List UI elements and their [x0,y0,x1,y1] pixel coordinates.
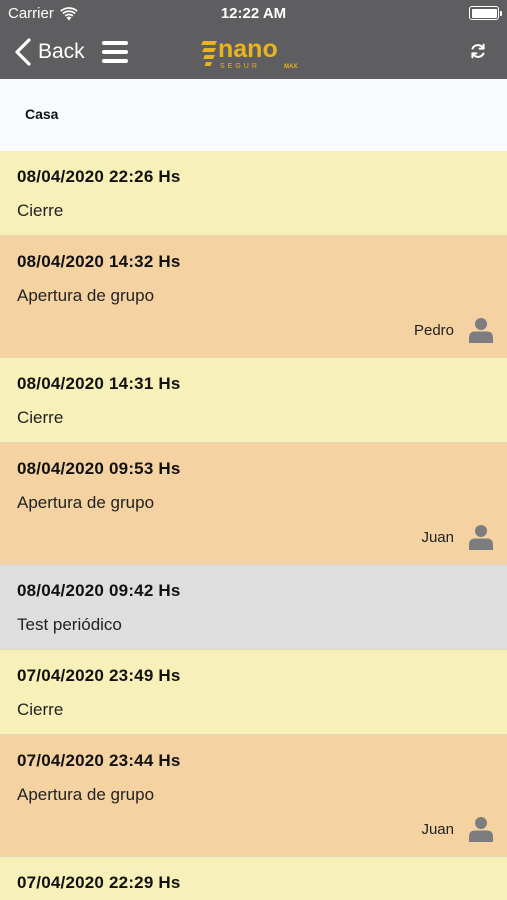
event-row[interactable]: 07/04/2020 23:49 Hs Cierre [0,650,507,735]
event-description: Apertura de grupo [17,493,155,512]
event-row[interactable]: 07/04/2020 23:44 Hs Apertura de grupo Ju… [0,735,507,857]
event-timestamp: 08/04/2020 09:53 Hs [17,459,181,478]
user-icon [469,525,493,550]
event-timestamp: 08/04/2020 09:42 Hs [17,581,181,600]
event-row[interactable]: 08/04/2020 09:53 Hs Apertura de grupo Ju… [0,443,507,565]
event-user-name: Juan [421,528,454,546]
user-icon [469,817,493,842]
top-bar: Carrier 12:22 AM Back nano SEGUR MAX [0,0,507,79]
clock: 12:22 AM [220,5,287,22]
event-row[interactable]: 07/04/2020 22:29 Hs [0,857,507,900]
user-icon [469,318,493,343]
event-user-name: Pedro [413,321,454,339]
event-description: Test periódico [17,615,122,634]
event-description: Cierre [17,408,64,427]
event-timestamp: 08/04/2020 14:31 Hs [17,374,181,393]
event-timestamp: 07/04/2020 23:49 Hs [17,666,181,685]
event-user: Juan [421,524,493,550]
refresh-icon[interactable] [469,42,487,60]
event-timestamp: 07/04/2020 23:44 Hs [17,751,181,770]
event-timestamp: 08/04/2020 14:32 Hs [17,252,181,271]
navigation-bar: Back nano SEGUR MAX [0,26,507,79]
event-description: Cierre [17,700,64,719]
section-title: Casa [25,106,59,122]
event-user: Pedro [414,317,493,343]
logo-subtext: SEGUR [220,63,260,70]
event-row[interactable]: 08/04/2020 14:31 Hs Cierre [0,358,507,443]
logo-badge: MAX [284,64,297,70]
nano-logo: nano SEGUR MAX [201,35,297,70]
logo-text: nano [218,35,278,63]
event-description: Apertura de grupo [17,286,155,305]
back-button[interactable]: Back [14,38,85,66]
event-user: Juan [421,816,493,842]
event-timestamp: 07/04/2020 22:29 Hs [17,873,181,892]
event-row[interactable]: 08/04/2020 09:42 Hs Test periódico [0,565,507,650]
event-row[interactable]: 08/04/2020 22:26 Hs Cierre [0,151,507,236]
event-user-name: Juan [421,820,454,838]
status-bar: Carrier 12:22 AM [0,0,507,26]
chevron-left-icon [15,38,31,66]
section-header: Casa [0,79,507,151]
event-description: Cierre [17,201,64,220]
back-label: Back [38,40,85,63]
event-list: 08/04/2020 22:26 Hs Cierre 08/04/2020 14… [0,151,507,900]
event-description: Apertura de grupo [17,785,155,804]
event-row[interactable]: 08/04/2020 14:32 Hs Apertura de grupo Pe… [0,236,507,358]
event-timestamp: 08/04/2020 22:26 Hs [17,167,181,186]
menu-icon[interactable] [102,41,128,63]
battery-icon [469,6,502,20]
